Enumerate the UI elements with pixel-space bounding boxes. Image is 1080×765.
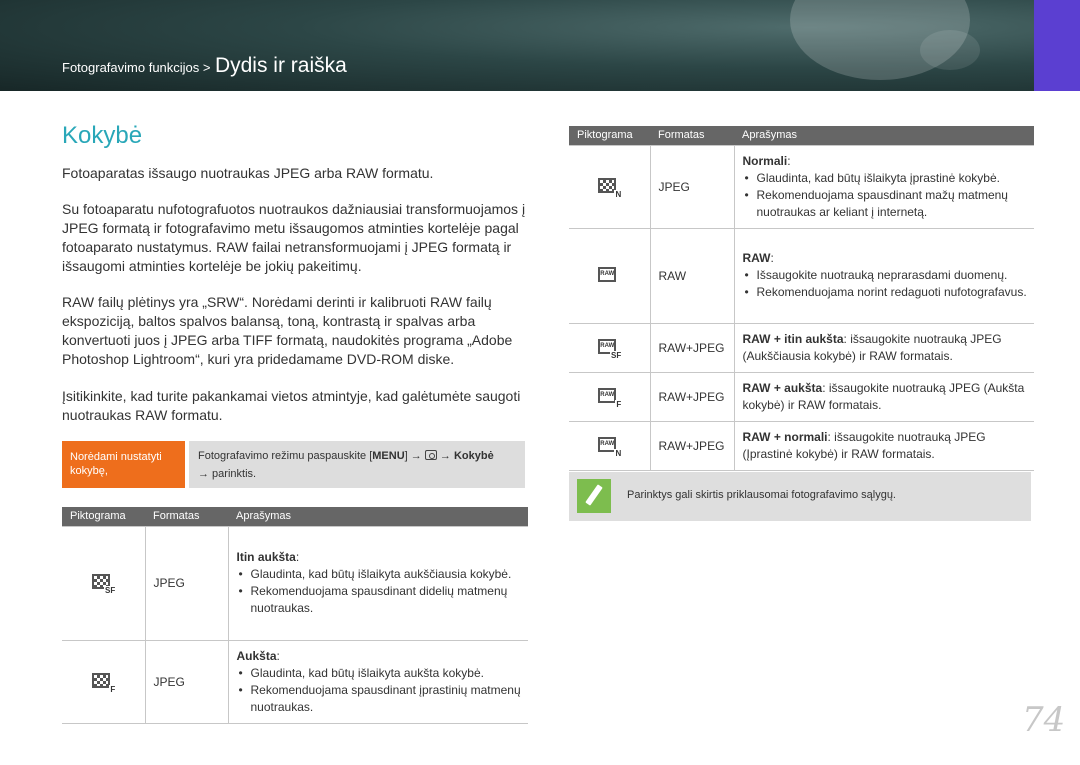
desc-cell: Itin aukšta: Glaudinta, kad būtų išlaiky… [228, 525, 529, 640]
col-header-desc: Aprašymas [228, 507, 528, 526]
banner-glow [920, 30, 980, 70]
callout-text-part: ] → [404, 450, 422, 462]
desc-heading: Aukšta [236, 648, 277, 663]
callout-instructions: Fotografavimo režimu paspauskite [MENU] … [189, 441, 525, 488]
desc-heading: Itin aukšta [236, 550, 296, 564]
raw-superfine-icon: RAW SF [598, 338, 623, 360]
raw-fine-icon: RAW F [598, 387, 623, 409]
note-box: Parinktys gali skirtis priklausomai foto… [569, 472, 1031, 521]
icon-cell: RAW N [569, 420, 651, 471]
format-cell: JPEG [650, 144, 735, 228]
col-header-icon: Piktograma [62, 507, 145, 526]
desc-cell: Normali: Glaudinta, kad būtų išlaikyta į… [734, 144, 1035, 228]
desc-bullet: Glaudinta, kad būtų išlaikyta įprastinė … [743, 170, 1035, 187]
breadcrumb-section[interactable]: Fotografavimo funkcijos > [62, 60, 210, 75]
format-cell: RAW+JPEG [650, 371, 735, 421]
table-row: SF JPEG Itin aukšta: Glaudinta, kad būtų… [62, 525, 529, 640]
desc-bullet: Glaudinta, kad būtų išlaikyta aukščiausi… [237, 566, 529, 583]
icon-cell: RAW SF [569, 322, 651, 372]
table-row: RAW RAW RAW: Išsaugokite nuotrauką nepra… [569, 227, 1035, 323]
desc-heading: Normali [742, 153, 788, 168]
desc-cell: RAW + normali: išsaugokite nuotrauką JPE… [734, 420, 1034, 471]
icon-cell: SF [62, 525, 146, 640]
page-title: Kokybė [62, 122, 143, 149]
icon-cell: N [569, 144, 651, 228]
format-cell: JPEG [145, 639, 229, 724]
desc-heading: RAW + itin aukšta [742, 331, 844, 346]
col-header-icon: Piktograma [569, 126, 650, 145]
desc-bullet: Išsaugokite nuotrauką neprarasdami duome… [743, 267, 1035, 284]
desc-heading-suffix: : [276, 648, 280, 663]
desc-cell: RAW: Išsaugokite nuotrauką neprarasdami … [734, 227, 1035, 323]
desc-bullet: Rekomenduojama spausdinant mažų matmenų … [743, 187, 1035, 221]
raw-normal-icon: RAW N [598, 436, 623, 458]
table-row: RAW N RAW+JPEG RAW + normali: išsaugokite… [569, 420, 1034, 471]
raw-icon: RAW [598, 266, 620, 285]
icon-cell: F [62, 639, 146, 724]
table-row: RAW SF RAW+JPEG RAW + itin aukšta: išsaug… [569, 322, 1034, 372]
page-number: 74 [1022, 700, 1066, 740]
desc-heading-suffix: : [295, 550, 300, 564]
desc-cell: Aukšta: Glaudinta, kad būtų išlaikyta au… [228, 639, 529, 724]
body-paragraph: Su fotoaparatu nufotografuotos nuotrauko… [62, 201, 526, 274]
camera-menu-icon [424, 450, 437, 460]
desc-bullet: Rekomenduojama spausdinant įprastinių ma… [237, 682, 529, 716]
format-cell: JPEG [145, 525, 229, 640]
pencil-note-icon [577, 479, 611, 513]
quality-table-right: Piktograma Formatas Aprašymas N JPEG Nor… [569, 126, 1034, 471]
quality-normal-icon: N [598, 177, 623, 199]
banner-accent-tab [1034, 0, 1080, 91]
desc-cell: RAW + aukšta: išsaugokite nuotrauką JPEG… [734, 371, 1034, 421]
callout-text-part: Fotografavimo režimu paspauskite [ [198, 450, 373, 462]
col-header-format: Formatas [145, 507, 228, 526]
callout-label: Norėdami nustatyti kokybę, [62, 441, 185, 488]
desc-heading: RAW + normali [742, 429, 828, 444]
breadcrumb-current: Dydis ir raiška [214, 54, 347, 77]
callout-arrow: → [439, 450, 451, 462]
icon-cell: RAW F [569, 371, 651, 421]
desc-bullet: Rekomenduojama norint redaguoti nufotogr… [743, 284, 1035, 301]
desc-heading: RAW [742, 251, 771, 265]
body-paragraph: RAW failų plėtinys yra „SRW“. Norėdami d… [62, 294, 513, 367]
menu-key: MENU [372, 450, 405, 462]
desc-bullet: Glaudinta, kad būtų išlaikyta aukšta kok… [237, 665, 529, 682]
callout-text-part: → parinktis. [198, 468, 257, 480]
quality-fine-icon: F [92, 672, 117, 694]
desc-heading-suffix: : [787, 153, 791, 168]
callout-target: Kokybė [453, 450, 494, 462]
desc-cell: RAW + itin aukšta: išsaugokite nuotrauką… [734, 322, 1034, 372]
breadcrumb: Fotografavimo funkcijos > Dydis ir raišk… [62, 54, 347, 78]
format-cell: RAW+JPEG [650, 322, 735, 372]
col-header-desc: Aprašymas [734, 126, 1034, 145]
table-row: N JPEG Normali: Glaudinta, kad būtų išla… [569, 144, 1035, 228]
desc-heading: RAW + aukšta [742, 380, 823, 395]
format-cell: RAW [650, 227, 735, 323]
icon-cell: RAW [569, 227, 651, 323]
table-row: F JPEG Aukšta: Glaudinta, kad būtų išlai… [62, 639, 529, 724]
intro-paragraph: Fotoaparatas išsaugo nuotraukas JPEG arb… [62, 165, 434, 181]
header-banner: Fotografavimo funkcijos > Dydis ir raišk… [0, 0, 1080, 91]
format-cell: RAW+JPEG [650, 420, 735, 471]
col-header-format: Formatas [650, 126, 734, 145]
quality-superfine-icon: SF [92, 574, 117, 595]
desc-bullet: Rekomenduojama spausdinant didelių matme… [237, 583, 529, 617]
body-paragraph: Įsitikinkite, kad turite pakankamai viet… [62, 388, 521, 423]
table-row: RAW F RAW+JPEG RAW + aukšta: išsaugokite … [569, 371, 1034, 421]
quality-table-left: Piktograma Formatas Aprašymas SF JPEG It… [62, 507, 528, 724]
note-text: Parinktys gali skirtis priklausomai foto… [627, 489, 896, 501]
desc-heading-suffix: : [770, 251, 774, 265]
